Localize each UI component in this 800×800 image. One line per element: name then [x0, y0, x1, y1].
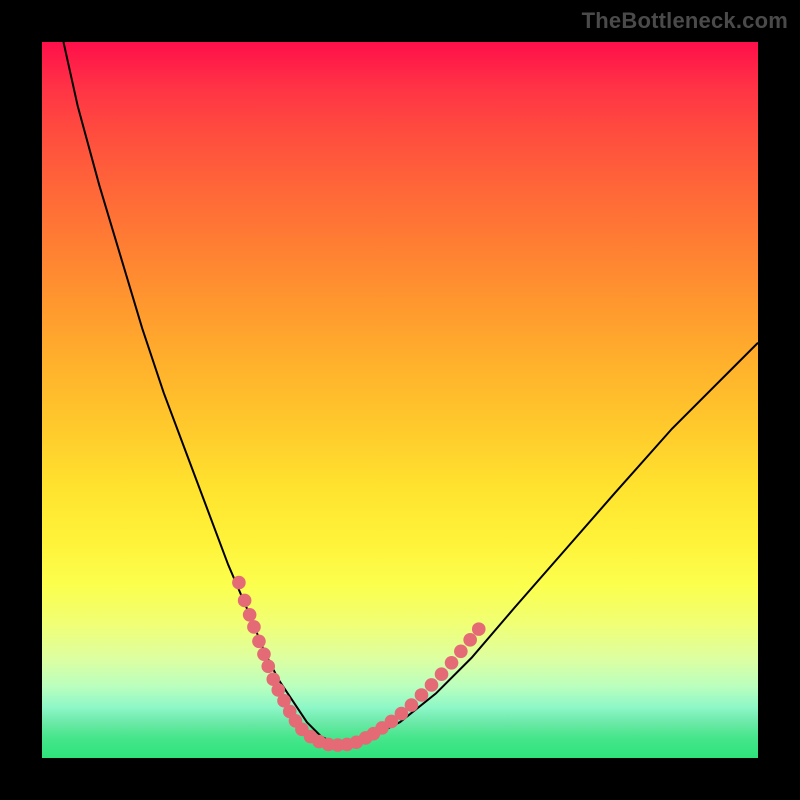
- data-point: [405, 698, 419, 712]
- data-point: [435, 667, 449, 681]
- data-point: [415, 688, 429, 702]
- data-point: [252, 634, 266, 648]
- data-point: [243, 608, 257, 622]
- data-point: [445, 656, 459, 670]
- plot-area: [42, 42, 758, 758]
- dots-group: [232, 576, 485, 752]
- data-point: [261, 660, 275, 674]
- watermark-text: TheBottleneck.com: [582, 8, 788, 34]
- data-point: [454, 645, 468, 659]
- data-point: [238, 594, 252, 608]
- data-point: [463, 633, 477, 647]
- chart-frame: TheBottleneck.com: [0, 0, 800, 800]
- data-point: [472, 622, 486, 636]
- curve-group: [63, 42, 758, 744]
- data-point: [232, 576, 246, 590]
- data-point: [247, 620, 261, 634]
- bottleneck-curve: [63, 42, 758, 744]
- chart-svg: [42, 42, 758, 758]
- data-point: [257, 647, 271, 661]
- data-point: [425, 678, 439, 692]
